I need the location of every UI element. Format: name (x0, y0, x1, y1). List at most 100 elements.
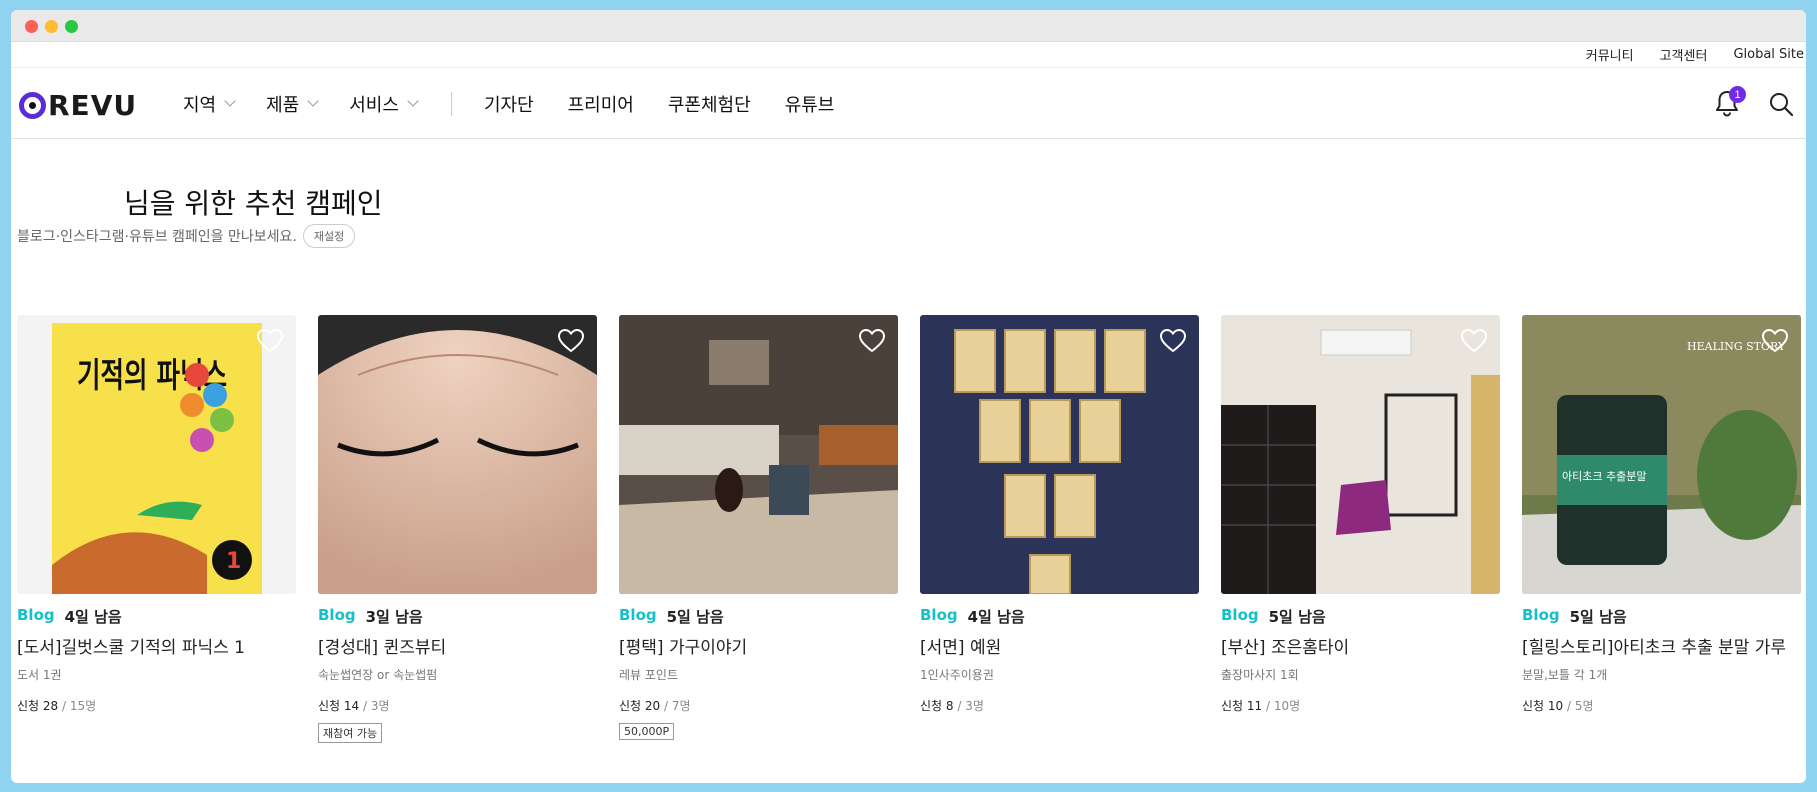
nav-menu: 지역 제품 서비스 기자단 프리미어 쿠폰체험단 유튜브 (183, 68, 868, 139)
campaign-thumbnail (920, 315, 1199, 594)
product-label-text: 아티초크 추출분말 (1562, 470, 1646, 483)
campaign-title[interactable]: [경성대] 퀸즈뷰티 (318, 633, 597, 658)
recruit-total: / 7명 (660, 699, 691, 713)
menu-reporters[interactable]: 기자단 (484, 91, 534, 117)
customer-center-link[interactable]: 고객센터 (1660, 45, 1708, 64)
close-window-button[interactable] (25, 20, 38, 33)
utility-bar: 커뮤니티 고객센터 Global Site (11, 42, 1806, 68)
section-subtitle-row: 블로그·인스타그램·유튜브 캠페인을 만나보세요. 재설정 (17, 224, 356, 248)
apply-count: 신청 20 / 7명 (619, 697, 898, 714)
campaign-thumbnail: 아티초크 추출분말 HEALING STORY (1522, 315, 1801, 594)
minimize-window-button[interactable] (45, 20, 58, 33)
campaign-meta: Blog 5일 남음 (1221, 606, 1500, 627)
massage-room-photo (1221, 329, 1500, 594)
chevron-down-icon (224, 95, 236, 107)
campaign-offer: 분말,보틀 각 1개 (1522, 668, 1608, 682)
logo-text: REVU (48, 89, 138, 122)
campaign-card[interactable]: Blog 5일 남음 [평택] 가구이야기 레뷰 포인트 신청 20 / 7명 … (619, 315, 898, 740)
chevron-down-icon (307, 95, 319, 107)
apply-count: 신청 10 / 5명 (1522, 697, 1801, 714)
reset-button[interactable]: 재설정 (302, 224, 356, 248)
apply-number: 신청 11 (1221, 699, 1263, 713)
campaign-offer: 레뷰 포인트 (619, 668, 679, 682)
channel-label: Blog (619, 606, 657, 624)
campaign-offer: 속눈썹연장 or 속눈썹펌 (318, 668, 438, 682)
recruit-total: / 15명 (58, 699, 97, 713)
recruit-total: / 10명 (1262, 699, 1301, 713)
heart-icon[interactable] (257, 329, 283, 353)
menu-region-label: 지역 (183, 94, 217, 116)
eyelash-photo (318, 330, 597, 594)
campaign-card[interactable]: 기적의 파닉스 1 Blog 4일 남음 [도서]길벗스쿨 기적의 파닉스 1 … (17, 315, 296, 714)
days-left: 5일 남음 (1569, 608, 1627, 626)
heart-icon[interactable] (1762, 329, 1788, 353)
revu-logo[interactable]: REVU (19, 89, 137, 122)
maximize-window-button[interactable] (65, 20, 78, 33)
days-left: 5일 남음 (666, 608, 724, 626)
campaign-meta: Blog 4일 남음 (920, 606, 1199, 627)
menu-coupon[interactable]: 쿠폰체험단 (668, 91, 751, 117)
main-nav: REVU 지역 제품 서비스 기자단 프리미어 쿠폰체험단 유튜브 1 (11, 68, 1806, 139)
menu-divider (450, 91, 452, 116)
menu-premier[interactable]: 프리미어 (568, 91, 634, 117)
notification-button[interactable]: 1 (1714, 86, 1746, 117)
menu-region[interactable]: 지역 (183, 91, 236, 117)
apply-count: 신청 8 / 3명 (920, 697, 1199, 714)
menu-product-label: 제품 (266, 94, 300, 116)
search-button[interactable] (1768, 91, 1794, 117)
campaign-title[interactable]: [서면] 예원 (920, 633, 1199, 658)
apply-count: 신청 28 / 15명 (17, 697, 296, 714)
campaign-card[interactable]: 아티초크 추출분말 HEALING STORY Blog 5일 남음 [힐링스토… (1522, 315, 1801, 714)
campaign-title[interactable]: [평택] 가구이야기 (619, 633, 898, 658)
campaign-thumbnail: 기적의 파닉스 1 (17, 315, 296, 594)
book-cover-image: 기적의 파닉스 1 (52, 323, 262, 594)
apply-number: 신청 8 (920, 699, 954, 713)
campaign-meta: Blog 5일 남음 (619, 606, 898, 627)
artichoke-product-photo: 아티초크 추출분말 HEALING STORY (1522, 315, 1801, 594)
notification-badge: 1 (1729, 86, 1746, 103)
campaign-tag: 재참여 가능 (318, 723, 383, 743)
browser-window: 커뮤니티 고객센터 Global Site REVU 지역 제품 서비스 기자단… (11, 10, 1806, 783)
window-titlebar (11, 10, 1806, 42)
campaign-card[interactable]: Blog 3일 남음 [경성대] 퀸즈뷰티 속눈썹연장 or 속눈썹펌 신청 1… (318, 315, 597, 743)
days-left: 4일 남음 (967, 608, 1025, 626)
search-icon (1770, 93, 1794, 117)
campaign-title[interactable]: [부산] 조은홈타이 (1221, 633, 1500, 658)
campaign-meta: Blog 4일 남음 (17, 606, 296, 627)
heart-icon[interactable] (1461, 329, 1487, 353)
channel-label: Blog (1522, 606, 1560, 624)
recruit-total: / 5명 (1563, 699, 1594, 713)
menu-service-label: 서비스 (349, 94, 399, 116)
menu-product[interactable]: 제품 (266, 91, 319, 117)
apply-number: 신청 10 (1522, 699, 1564, 713)
campaign-offer: 1인사주이용권 (920, 668, 994, 682)
campaign-offer: 도서 1권 (17, 668, 62, 682)
channel-label: Blog (17, 606, 55, 624)
days-left: 3일 남음 (365, 608, 423, 626)
campaign-offer: 출장마사지 1회 (1221, 668, 1299, 682)
campaign-card[interactable]: Blog 4일 남음 [서면] 예원 1인사주이용권 신청 8 / 3명 (920, 315, 1199, 714)
recruit-total: / 3명 (953, 699, 984, 713)
section-title: 님을 위한 추천 캠페인 (124, 187, 383, 220)
campaign-title[interactable]: [도서]길벗스쿨 기적의 파닉스 1 (17, 633, 296, 658)
campaign-card[interactable]: Blog 5일 남음 [부산] 조은홈타이 출장마사지 1회 신청 11 / 1… (1221, 315, 1500, 714)
campaign-title[interactable]: [힐링스토리]아티초크 추출 분말 가루 (1522, 633, 1801, 658)
heart-icon[interactable] (558, 329, 584, 353)
menu-youtube[interactable]: 유튜브 (785, 91, 835, 117)
tarot-cards-photo (954, 329, 1146, 594)
community-link[interactable]: 커뮤니티 (1586, 45, 1634, 64)
campaign-thumbnail (619, 315, 898, 594)
days-left: 4일 남음 (64, 608, 122, 626)
days-left: 5일 남음 (1268, 608, 1326, 626)
apply-count: 신청 14 / 3명 (318, 697, 597, 714)
apply-number: 신청 28 (17, 699, 59, 713)
logo-mark-icon (19, 92, 46, 119)
heart-icon[interactable] (859, 329, 885, 353)
point-tag: 50,000P (619, 723, 675, 740)
campaign-thumbnail (1221, 315, 1500, 594)
book-badge-text: 1 (226, 549, 241, 574)
heart-icon[interactable] (1160, 329, 1186, 353)
global-site-link[interactable]: Global Site (1733, 47, 1804, 62)
menu-service[interactable]: 서비스 (349, 91, 419, 117)
campaign-meta: Blog 3일 남음 (318, 606, 597, 627)
